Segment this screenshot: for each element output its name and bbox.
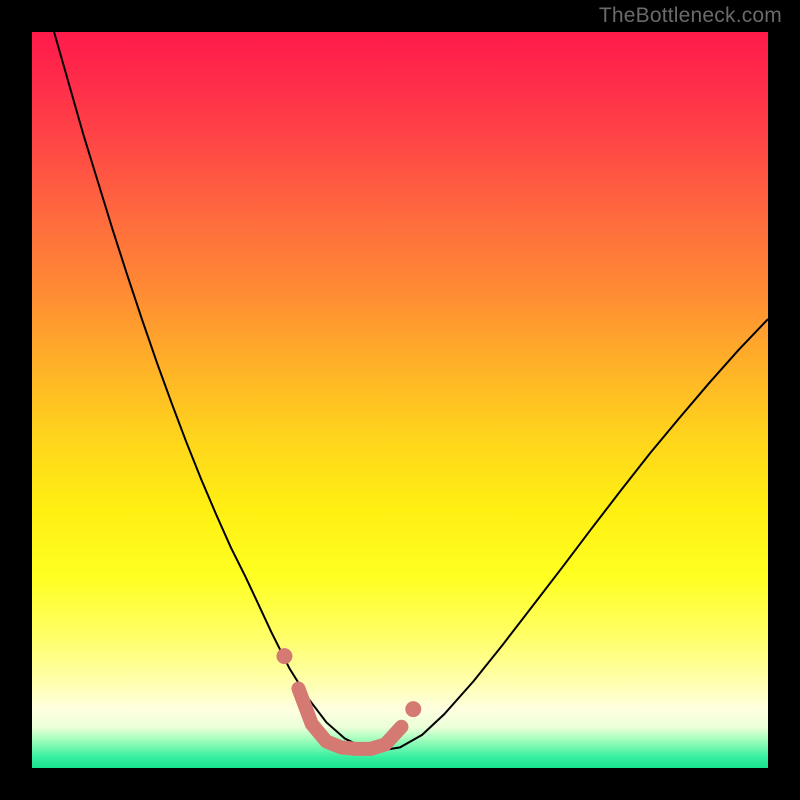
gradient-background xyxy=(32,32,768,768)
chart-frame: TheBottleneck.com xyxy=(0,0,800,800)
watermark-text: TheBottleneck.com xyxy=(599,4,782,28)
right-dot xyxy=(405,701,421,717)
left-dot xyxy=(276,648,292,664)
chart-svg xyxy=(32,32,768,768)
plot-area xyxy=(32,32,768,768)
